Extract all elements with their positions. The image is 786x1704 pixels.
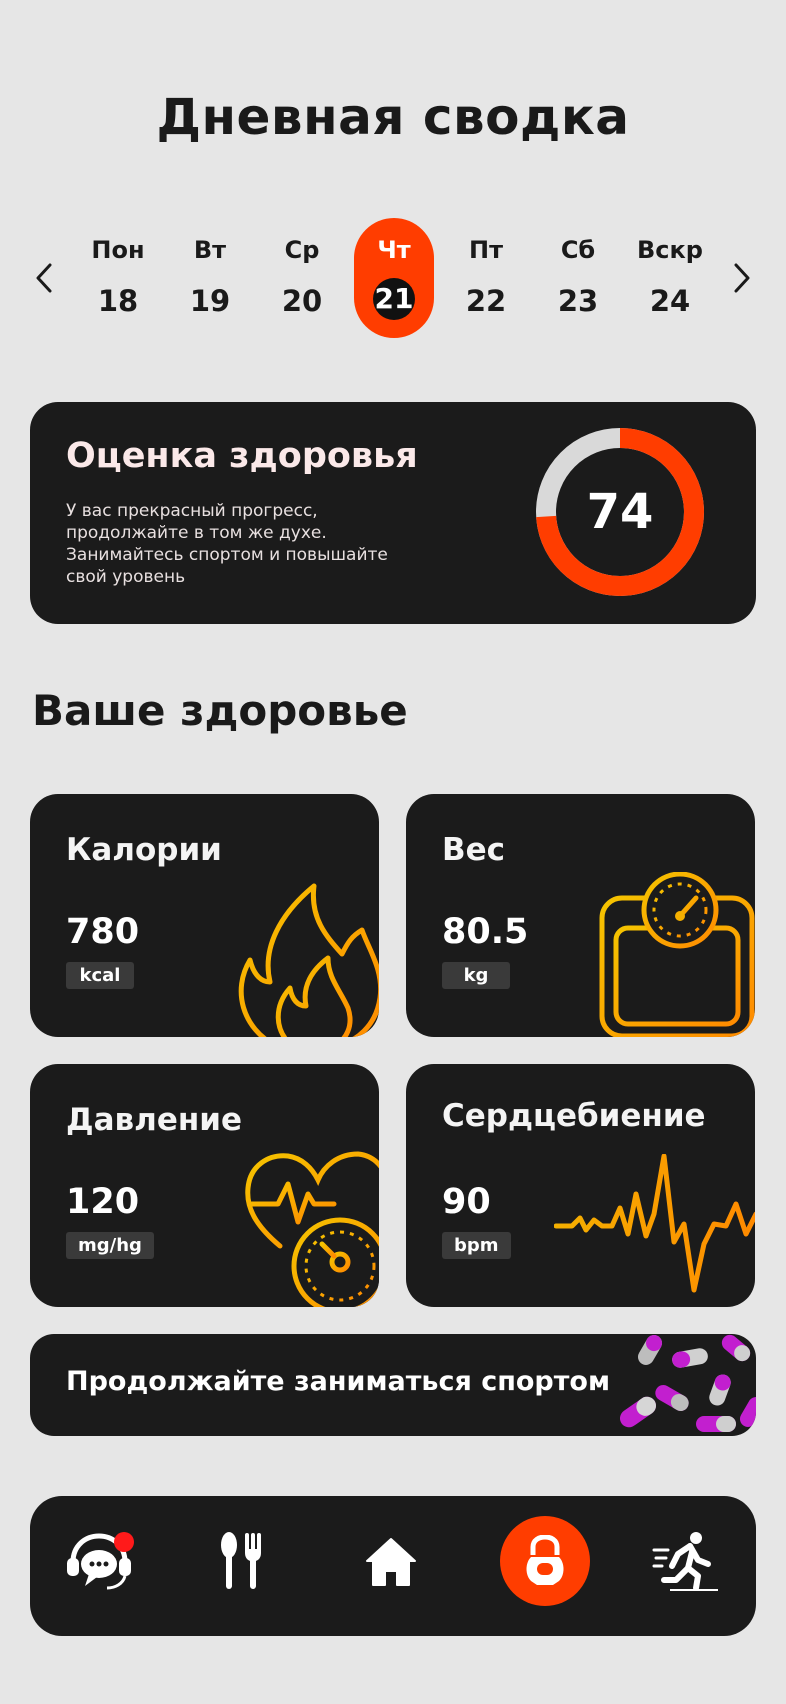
day-sun[interactable]: Вскр 24 <box>630 218 710 338</box>
pressure-unit: mg/hg <box>66 1232 154 1259</box>
flame-icon <box>238 883 379 1037</box>
day-name: Чт <box>377 236 411 264</box>
heartbeat-value: 90 <box>442 1182 491 1222</box>
chat-support-icon <box>67 1532 134 1590</box>
day-number: 24 <box>649 284 691 318</box>
day-name: Ср <box>284 236 320 264</box>
day-tue[interactable]: Вт 19 <box>170 218 250 338</box>
scale-icon <box>599 872 755 1037</box>
pills-image <box>619 1334 756 1432</box>
day-name: Пон <box>91 236 145 264</box>
notification-badge <box>114 1532 134 1552</box>
calories-unit: kcal <box>66 962 134 989</box>
nav-home[interactable] <box>346 1516 436 1606</box>
pressure-title: Давление <box>66 1102 243 1138</box>
day-thu-selected[interactable]: Чт 21 <box>354 218 434 338</box>
health-score-value: 74 <box>586 484 654 540</box>
heartbeat-title: Сердцебиение <box>442 1098 706 1134</box>
day-number: 21 <box>374 282 414 315</box>
weight-card[interactable]: Вес 80.5 kg <box>406 794 755 1037</box>
heartbeat-unit: bpm <box>442 1232 511 1259</box>
health-score-card[interactable]: Оценка здоровья У вас прекрасный прогрес… <box>30 402 756 624</box>
day-name: Пт <box>469 236 503 264</box>
calories-title: Калории <box>66 832 222 868</box>
promo-banner[interactable]: Продолжайте заниматься спортом <box>30 1334 756 1436</box>
pressure-value: 120 <box>66 1182 140 1222</box>
page-title: Дневная сводка <box>156 88 630 146</box>
nav-workout[interactable] <box>500 1516 590 1606</box>
selected-day-badge: 21 <box>373 278 415 320</box>
day-name: Сб <box>560 236 596 264</box>
promo-text: Продолжайте заниматься спортом <box>66 1366 611 1397</box>
chevron-left-icon <box>36 263 52 293</box>
runner-icon <box>652 1532 718 1591</box>
health-score-title: Оценка здоровья <box>66 436 418 476</box>
day-number: 20 <box>281 284 323 318</box>
health-score-description: У вас прекрасный прогресс, продолжайте в… <box>66 501 388 587</box>
heartbeat-icon <box>554 1154 755 1293</box>
weight-value: 80.5 <box>442 912 529 952</box>
day-number: 19 <box>189 284 231 318</box>
day-fri[interactable]: Пт 22 <box>446 218 526 338</box>
home-icon <box>366 1538 416 1586</box>
bottom-nav <box>30 1496 756 1636</box>
calories-card[interactable]: Калории 780 kcal <box>30 794 379 1037</box>
pressure-card[interactable]: Давление 120 mg/hg <box>30 1064 379 1307</box>
day-sat[interactable]: Сб 23 <box>538 218 618 338</box>
nav-nutrition[interactable] <box>196 1516 286 1606</box>
chevron-right-icon <box>734 263 750 293</box>
calories-value: 780 <box>66 912 140 952</box>
day-name: Вскр <box>637 236 703 264</box>
next-week-button[interactable] <box>724 258 760 298</box>
day-mon[interactable]: Пон 18 <box>78 218 158 338</box>
day-wed[interactable]: Ср 20 <box>262 218 342 338</box>
prev-week-button[interactable] <box>26 258 62 298</box>
fork-spoon-icon <box>221 1532 261 1589</box>
heart-gauge-icon <box>245 1151 379 1307</box>
nav-activity[interactable] <box>642 1516 732 1606</box>
day-number: 23 <box>557 284 599 318</box>
weight-unit: kg <box>442 962 510 989</box>
weight-title: Вес <box>442 832 506 868</box>
day-number: 18 <box>97 284 139 318</box>
section-title: Ваше здоровье <box>32 686 408 735</box>
heartbeat-card[interactable]: Сердцебиение 90 bpm <box>406 1064 755 1307</box>
nav-chat-support[interactable] <box>54 1516 144 1606</box>
day-number: 22 <box>465 284 507 318</box>
day-name: Вт <box>193 236 227 264</box>
kettlebell-icon <box>526 1535 564 1585</box>
